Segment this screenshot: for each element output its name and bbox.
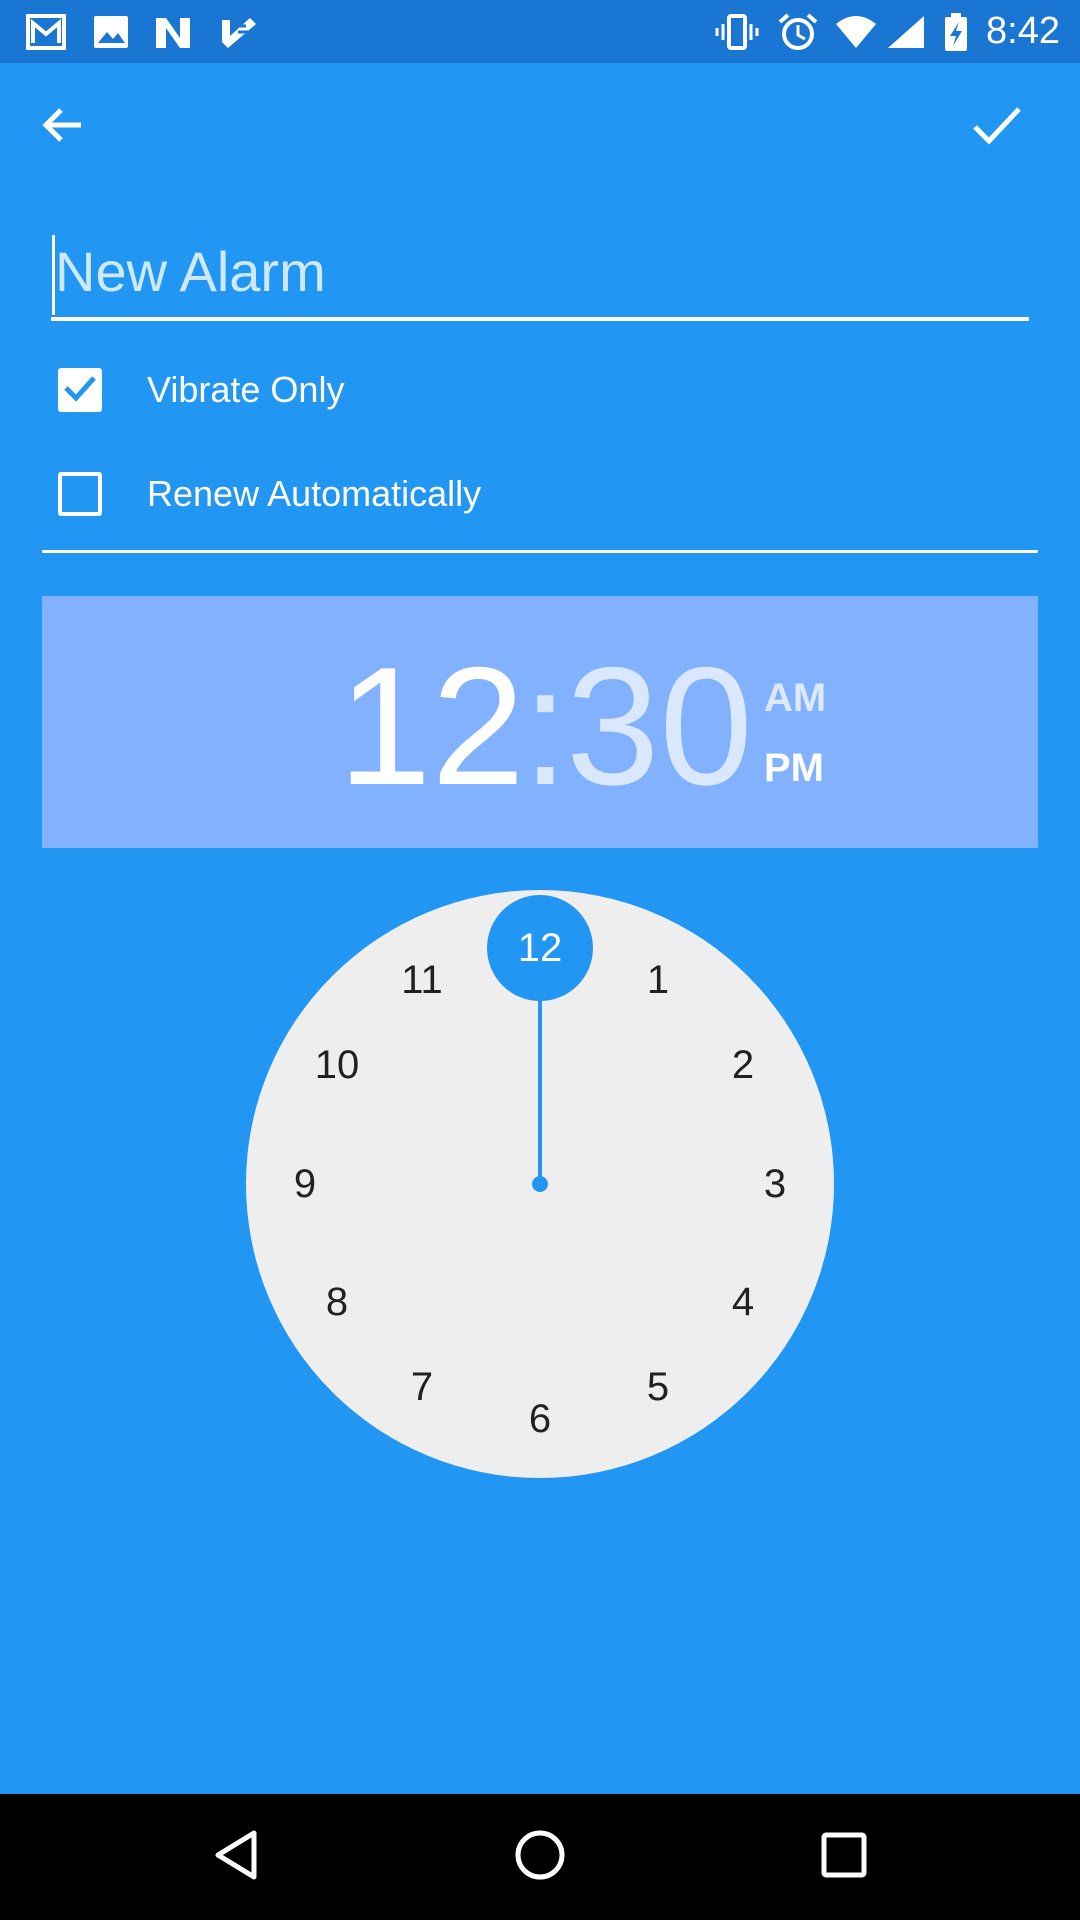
time-display-panel: 12 : 30 AM PM [42,596,1038,848]
vibrate-only-label: Vibrate Only [147,369,345,410]
vibrate-only-option[interactable]: Vibrate Only [58,360,758,420]
arrow-back-icon [39,101,87,154]
renew-automatically-checkbox[interactable] [58,472,102,516]
status-bar: 8:42 [0,0,1080,63]
wifi-icon [834,12,878,52]
save-alarm-button[interactable] [965,95,1029,159]
recents-square-icon [816,1827,872,1888]
pm-toggle[interactable]: PM [764,746,824,791]
check-icon [971,101,1023,154]
alarm-name-input[interactable] [51,225,1029,317]
dial-number-1[interactable]: 1 [618,950,698,1010]
time-separator: : [522,632,569,820]
nav-recents-button[interactable] [808,1821,880,1893]
clock-dial[interactable]: 12 1 2 3 4 5 6 7 8 9 10 11 [246,890,834,1478]
gmail-icon [24,12,68,52]
renew-automatically-label: Renew Automatically [147,473,482,514]
am-toggle[interactable]: AM [764,676,826,721]
dial-number-2[interactable]: 2 [703,1035,783,1095]
back-button[interactable] [31,95,95,159]
nav-home-button[interactable] [504,1821,576,1893]
clock-center-dot [532,1176,548,1192]
dial-number-4[interactable]: 4 [703,1272,783,1332]
hour-display[interactable]: 12 [338,636,525,816]
text-cursor [52,235,55,315]
vibrate-only-checkbox[interactable] [58,368,102,412]
battery-charging-icon [934,12,978,52]
gallery-icon [90,12,134,52]
status-time: 8:42 [986,10,1060,52]
vibrate-icon [715,12,759,52]
time-readout: 12 : 30 [42,596,1038,848]
checkmark-icon [63,373,97,408]
dial-number-8[interactable]: 8 [297,1272,377,1332]
dial-number-3[interactable]: 3 [735,1154,815,1214]
minute-display[interactable]: 30 [566,636,753,816]
dial-number-9[interactable]: 9 [265,1154,345,1214]
task-check-icon [216,12,260,52]
dial-number-11[interactable]: 11 [382,950,462,1010]
back-triangle-icon [208,1827,264,1888]
dial-number-6[interactable]: 6 [500,1389,580,1449]
home-circle-icon [512,1827,568,1888]
dial-number-12[interactable]: 12 [500,918,580,978]
dial-number-7[interactable]: 7 [382,1357,462,1417]
section-divider [42,550,1038,553]
dial-number-5[interactable]: 5 [618,1357,698,1417]
dial-number-10[interactable]: 10 [297,1035,377,1095]
system-navigation-bar [0,1794,1080,1920]
alarm-icon [776,12,820,52]
clock-hand [538,1000,542,1184]
renew-automatically-option[interactable]: Renew Automatically [58,464,758,524]
nav-back-button[interactable] [200,1821,272,1893]
signal-icon [884,12,928,52]
alarm-name-field[interactable] [51,225,1029,321]
n-app-icon [152,12,196,52]
